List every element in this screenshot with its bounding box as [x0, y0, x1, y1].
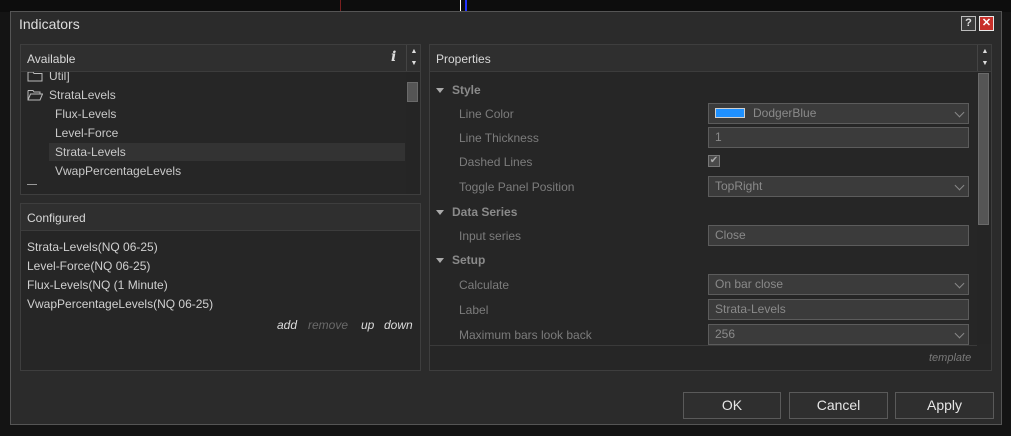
- header-scroll-up-icon[interactable]: ▲: [408, 47, 420, 57]
- dialog-title: Indicators: [19, 16, 80, 32]
- add-link[interactable]: add: [277, 318, 297, 332]
- tree-label: StrataLevels: [49, 88, 116, 102]
- max-bars-dropdown[interactable]: 256: [708, 324, 969, 345]
- section-label: Style: [452, 83, 481, 97]
- configured-item[interactable]: Strata-Levels(NQ 06-25): [27, 240, 158, 254]
- tree-label: Strata-Levels: [55, 145, 126, 159]
- expand-triangle-icon: [436, 88, 444, 94]
- ok-button[interactable]: OK: [683, 392, 781, 419]
- chevron-down-icon: [954, 107, 965, 118]
- toggle-panel-position-label: Toggle Panel Position: [459, 180, 575, 194]
- available-scrollbar[interactable]: [406, 72, 420, 194]
- line-thickness-input[interactable]: 1: [708, 127, 969, 148]
- configured-item[interactable]: Level-Force(NQ 06-25): [27, 259, 150, 273]
- close-icon: ✕: [981, 17, 992, 29]
- apply-button[interactable]: Apply: [895, 392, 994, 419]
- properties-title: Properties: [436, 52, 491, 66]
- available-title: Available: [27, 52, 76, 66]
- expand-triangle-icon: [436, 258, 444, 264]
- tree-item-level-force[interactable]: Level-Force: [49, 124, 405, 142]
- template-link[interactable]: template: [929, 352, 971, 364]
- toggle-panel-position-value: TopRight: [715, 179, 763, 193]
- label-label: Label: [459, 303, 489, 317]
- calculate-label: Calculate: [459, 278, 510, 292]
- calculate-dropdown[interactable]: On bar close: [708, 274, 969, 295]
- properties-footer-divider: [430, 345, 977, 346]
- calculate-value: On bar close: [715, 277, 784, 291]
- configured-item[interactable]: VwapPercentageLevels(NQ 06-25): [27, 297, 213, 311]
- info-icon[interactable]: i: [391, 49, 396, 65]
- tree-item-vwap-percentage-levels[interactable]: VwapPercentageLevels: [49, 162, 405, 180]
- configured-panel: Configured Strata-Levels(NQ 06-25) Level…: [20, 203, 421, 371]
- folder-icon: [27, 72, 43, 82]
- remove-link[interactable]: remove: [308, 318, 348, 332]
- dashed-lines-checkbox[interactable]: ✔: [708, 155, 720, 167]
- section-setup[interactable]: Setup: [436, 253, 485, 267]
- indicators-dialog: Indicators ? ✕ Available i ▲ ▼ Util] Str…: [10, 11, 1002, 425]
- header-scroll-down-icon[interactable]: ▼: [408, 59, 420, 69]
- properties-header-down-icon[interactable]: ▼: [979, 59, 991, 69]
- input-series-field[interactable]: Close: [708, 225, 969, 246]
- available-header: Available i ▲ ▼: [21, 45, 420, 72]
- available-tree: Util] StrataLevels Flux-Levels Level-For…: [21, 72, 406, 194]
- configured-header: Configured: [21, 204, 420, 231]
- header-divider: [977, 45, 978, 71]
- chevron-down-icon: [954, 180, 965, 191]
- help-button[interactable]: ?: [961, 16, 976, 31]
- scrollbar-thumb[interactable]: [978, 73, 989, 225]
- properties-header: Properties ▲ ▼: [430, 45, 991, 72]
- title-bar[interactable]: Indicators ? ✕: [11, 12, 1001, 36]
- properties-panel: Properties ▲ ▼ Style Line Color DodgerBl…: [429, 44, 992, 371]
- down-link[interactable]: down: [384, 318, 413, 332]
- tree-partial-row: [27, 184, 37, 189]
- chevron-down-icon: [954, 328, 965, 339]
- properties-header-up-icon[interactable]: ▲: [979, 47, 991, 57]
- close-button[interactable]: ✕: [979, 16, 994, 31]
- color-swatch: [715, 108, 745, 118]
- section-style[interactable]: Style: [436, 83, 481, 97]
- max-bars-label: Maximum bars look back: [459, 328, 592, 342]
- max-bars-value: 256: [715, 327, 736, 341]
- expand-triangle-icon: [436, 210, 444, 216]
- line-color-dropdown[interactable]: DodgerBlue: [708, 103, 969, 124]
- section-data-series[interactable]: Data Series: [436, 205, 517, 219]
- toggle-panel-position-dropdown[interactable]: TopRight: [708, 176, 969, 197]
- header-divider: [406, 45, 407, 71]
- help-icon: ?: [965, 17, 972, 29]
- line-color-label: Line Color: [459, 107, 514, 121]
- line-thickness-label: Line Thickness: [459, 131, 539, 145]
- cancel-button[interactable]: Cancel: [789, 392, 888, 419]
- label-input[interactable]: Strata-Levels: [708, 299, 969, 320]
- tree-label: Flux-Levels: [55, 107, 117, 121]
- section-label: Setup: [452, 253, 486, 267]
- scrollbar-thumb[interactable]: [407, 82, 418, 102]
- tree-folder-util[interactable]: Util]: [27, 72, 406, 85]
- up-link[interactable]: up: [361, 318, 374, 332]
- input-series-label: Input series: [459, 229, 522, 243]
- tree-folder-stratalevels[interactable]: StrataLevels: [27, 86, 406, 104]
- configured-item[interactable]: Flux-Levels(NQ (1 Minute): [27, 278, 168, 292]
- open-folder-icon: [27, 90, 43, 101]
- tree-label: VwapPercentageLevels: [55, 164, 182, 178]
- tree-item-flux-levels[interactable]: Flux-Levels: [49, 105, 405, 123]
- tree-label: Level-Force: [55, 126, 119, 140]
- tree-label: Util]: [49, 72, 70, 83]
- section-label: Data Series: [452, 205, 518, 219]
- tree-item-strata-levels[interactable]: Strata-Levels: [49, 143, 405, 161]
- configured-title: Configured: [27, 211, 86, 225]
- dashed-lines-label: Dashed Lines: [459, 155, 533, 169]
- chevron-down-icon: [954, 278, 965, 289]
- line-color-value: DodgerBlue: [753, 106, 817, 120]
- properties-scrollbar[interactable]: [977, 72, 991, 344]
- available-panel: Available i ▲ ▼ Util] StrataLevels Flux-…: [20, 44, 421, 195]
